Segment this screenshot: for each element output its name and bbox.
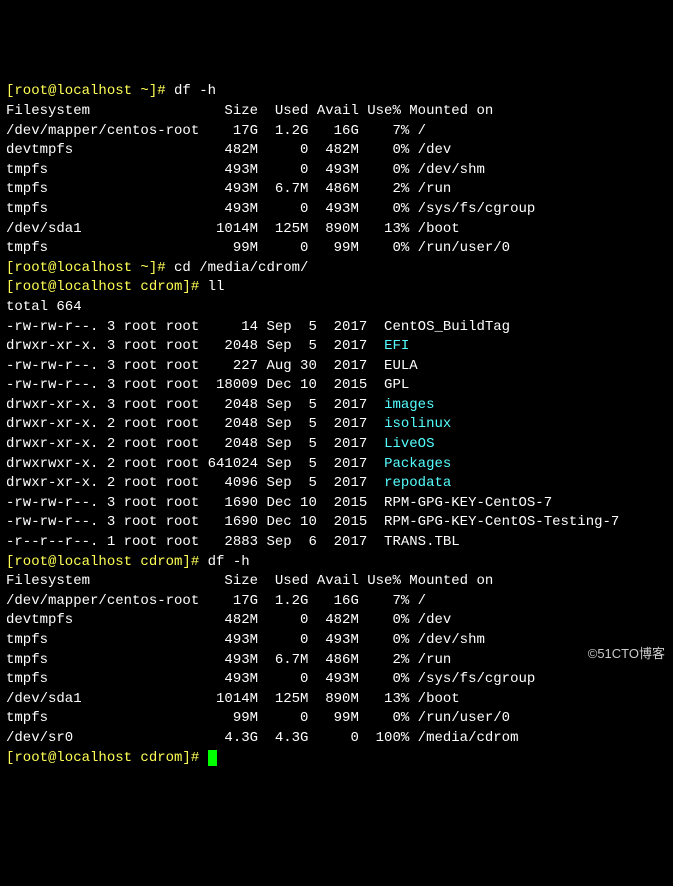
df-row: tmpfs 493M 0 493M 0% /sys/fs/cgroup <box>6 670 667 690</box>
df-header: Filesystem Size Used Avail Use% Mounted … <box>6 572 667 592</box>
prompt-line: [root@localhost ~]# df -h <box>6 82 667 102</box>
df-row: tmpfs 493M 0 493M 0% /sys/fs/cgroup <box>6 200 667 220</box>
df-row: tmpfs 99M 0 99M 0% /run/user/0 <box>6 239 667 259</box>
df-row: /dev/sda1 1014M 125M 890M 13% /boot <box>6 220 667 240</box>
watermark: ©51CTO博客 <box>588 645 665 663</box>
df-row: tmpfs 493M 0 493M 0% /dev/shm <box>6 631 667 651</box>
prompt-line: [root@localhost ~]# cd /media/cdrom/ <box>6 259 667 279</box>
ll-row: -r--r--r--. 1 root root 2883 Sep 6 2017 … <box>6 533 667 553</box>
df-row: /dev/sda1 1014M 125M 890M 13% /boot <box>6 690 667 710</box>
ll-row: drwxr-xr-x. 2 root root 2048 Sep 5 2017 … <box>6 435 667 455</box>
ll-row: drwxr-xr-x. 2 root root 4096 Sep 5 2017 … <box>6 474 667 494</box>
prompt-line: [root@localhost cdrom]# df -h <box>6 553 667 573</box>
df-row: tmpfs 99M 0 99M 0% /run/user/0 <box>6 709 667 729</box>
terminal-output: [root@localhost ~]# df -hFilesystem Size… <box>6 82 667 768</box>
df-row: tmpfs 493M 0 493M 0% /dev/shm <box>6 161 667 181</box>
ll-total: total 664 <box>6 298 667 318</box>
ll-row: drwxrwxr-x. 2 root root 641024 Sep 5 201… <box>6 455 667 475</box>
ll-row: -rw-rw-r--. 3 root root 1690 Dec 10 2015… <box>6 513 667 533</box>
df-row: /dev/mapper/centos-root 17G 1.2G 16G 7% … <box>6 592 667 612</box>
ll-row: drwxr-xr-x. 2 root root 2048 Sep 5 2017 … <box>6 415 667 435</box>
ll-row: drwxr-xr-x. 3 root root 2048 Sep 5 2017 … <box>6 396 667 416</box>
df-row: /dev/sr0 4.3G 4.3G 0 100% /media/cdrom <box>6 729 667 749</box>
df-row: tmpfs 493M 6.7M 486M 2% /run <box>6 651 667 671</box>
df-row: tmpfs 493M 6.7M 486M 2% /run <box>6 180 667 200</box>
ll-row: -rw-rw-r--. 3 root root 227 Aug 30 2017 … <box>6 357 667 377</box>
prompt-line[interactable]: [root@localhost cdrom]# <box>6 749 667 769</box>
df-row: /dev/mapper/centos-root 17G 1.2G 16G 7% … <box>6 122 667 142</box>
ll-row: drwxr-xr-x. 3 root root 2048 Sep 5 2017 … <box>6 337 667 357</box>
cursor <box>208 750 217 766</box>
ll-row: -rw-rw-r--. 3 root root 18009 Dec 10 201… <box>6 376 667 396</box>
df-header: Filesystem Size Used Avail Use% Mounted … <box>6 102 667 122</box>
df-row: devtmpfs 482M 0 482M 0% /dev <box>6 141 667 161</box>
ll-row: -rw-rw-r--. 3 root root 1690 Dec 10 2015… <box>6 494 667 514</box>
ll-row: -rw-rw-r--. 3 root root 14 Sep 5 2017 Ce… <box>6 318 667 338</box>
df-row: devtmpfs 482M 0 482M 0% /dev <box>6 611 667 631</box>
prompt-line: [root@localhost cdrom]# ll <box>6 278 667 298</box>
